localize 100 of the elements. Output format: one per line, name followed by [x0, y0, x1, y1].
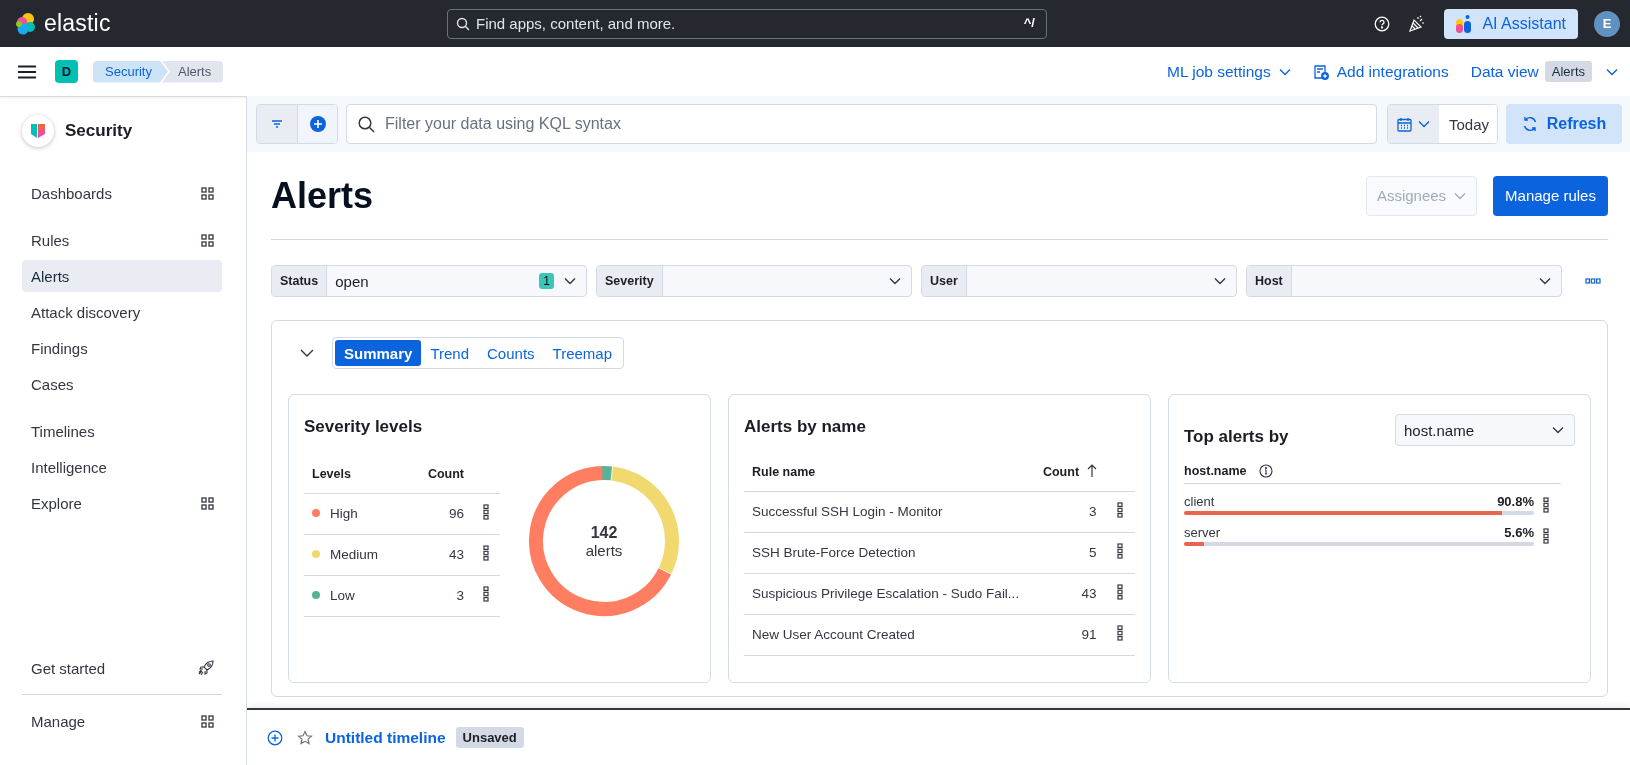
add-timeline-icon[interactable] — [267, 729, 283, 746]
column-header: Count — [412, 455, 472, 493]
severity-label: Medium — [330, 547, 378, 562]
rule-name-cell: Suspicious Privilege Escalation - Sudo Fail... — [744, 573, 1028, 614]
more-icon[interactable] — [483, 586, 489, 602]
view-tab[interactable]: Trend — [421, 340, 478, 366]
chevron-down-icon — [1606, 67, 1618, 76]
chevron-down-icon — [1214, 277, 1226, 285]
rule-name-cell: New User Account Created — [744, 614, 1028, 655]
card-title: Top alerts by — [1184, 426, 1289, 448]
more-icon[interactable] — [1116, 543, 1123, 559]
nav-item[interactable]: Findings — [22, 332, 222, 364]
column-header: Levels — [304, 455, 412, 493]
info-icon[interactable] — [1258, 464, 1273, 478]
count-cell: 43 — [1027, 573, 1105, 614]
filter-control[interactable]: Severity — [596, 265, 912, 297]
more-icon[interactable] — [1116, 502, 1123, 518]
add-integrations-button[interactable]: Add integrations — [1312, 62, 1449, 81]
query-field[interactable]: Filter your data using KQL syntax — [346, 104, 1377, 144]
help-icon[interactable] — [1374, 15, 1391, 32]
chevron-down-icon — [1454, 191, 1467, 200]
refresh-icon — [1521, 116, 1538, 132]
more-icon[interactable] — [1543, 496, 1549, 513]
alert-total-label: alerts — [585, 541, 623, 559]
breadcrumb[interactable]: Alerts — [161, 60, 224, 83]
view-tab[interactable]: Counts — [478, 340, 544, 366]
view-tab[interactable]: Treemap — [543, 340, 621, 366]
chevron-down-icon — [889, 277, 901, 285]
nav-item[interactable]: Rules — [22, 224, 222, 256]
date-picker-button[interactable] — [1387, 105, 1439, 143]
view-tab[interactable]: Summary — [335, 340, 422, 366]
count-cell: 96 — [412, 493, 472, 534]
brand-name: elastic — [44, 10, 111, 37]
apps-icon — [201, 714, 214, 728]
celebration-icon[interactable] — [1408, 14, 1427, 33]
ai-assistant-button[interactable]: AI Assistant — [1444, 8, 1578, 39]
nav-item[interactable]: Cases — [22, 368, 222, 400]
field-select[interactable]: host.name — [1395, 414, 1575, 446]
percentage: 5.6% — [1504, 525, 1534, 540]
rule-name-cell: SSH Brute-Force Detection — [744, 532, 1028, 573]
plus-circle-icon — [309, 116, 326, 132]
date-range[interactable]: Today — [1438, 105, 1497, 143]
filter-icon — [271, 119, 283, 129]
chevron-down-icon — [1278, 67, 1291, 76]
more-options-icon[interactable] — [1585, 278, 1601, 284]
card-title: Severity levels — [304, 416, 424, 438]
breadcrumb[interactable]: Security — [93, 60, 168, 83]
count-cell: 91 — [1027, 614, 1105, 655]
unsaved-badge: Unsaved — [455, 727, 524, 748]
rule-name-cell: Successful SSH Login - Monitor — [744, 491, 1028, 532]
refresh-button[interactable]: Refresh — [1506, 104, 1622, 144]
alert-total: 142 — [590, 523, 618, 542]
filter-control[interactable]: User — [921, 265, 1237, 297]
column-header: Rule name — [744, 453, 1028, 491]
star-icon[interactable] — [297, 729, 313, 746]
nav-item[interactable]: Get started — [22, 652, 222, 684]
security-logo-icon — [22, 115, 54, 147]
count-cell: 43 — [412, 534, 472, 575]
more-icon[interactable] — [1116, 584, 1123, 600]
nav-item[interactable]: Intelligence — [22, 451, 222, 483]
nav-item[interactable]: Timelines — [22, 415, 222, 447]
more-icon[interactable] — [483, 504, 489, 520]
nav-item[interactable]: Explore — [22, 487, 222, 519]
app-title: Security — [65, 121, 133, 141]
nav-item[interactable]: Alerts — [22, 260, 222, 292]
timeline-title-link[interactable]: Untitled timeline — [325, 728, 446, 747]
severity-label: Low — [330, 588, 355, 603]
count-cell: 3 — [412, 575, 472, 616]
space-avatar[interactable]: D — [55, 60, 78, 83]
filter-control[interactable]: Host — [1246, 265, 1562, 297]
page-title: Alerts — [271, 174, 374, 217]
add-data-icon — [1312, 63, 1329, 80]
chevron-down-icon — [1417, 120, 1430, 128]
add-filter-button[interactable] — [297, 105, 337, 143]
chevron-down-icon — [564, 277, 576, 285]
logo-icon[interactable] — [14, 11, 38, 36]
host-name: client — [1184, 494, 1215, 509]
more-icon[interactable] — [1543, 527, 1549, 544]
nav-item[interactable]: Manage — [22, 705, 222, 737]
more-icon[interactable] — [483, 545, 489, 561]
search-icon — [456, 16, 470, 31]
host-name: server — [1184, 525, 1221, 540]
filter-control[interactable]: Status open 1 — [271, 265, 587, 297]
sort-up-icon[interactable] — [1086, 464, 1097, 478]
apps-icon — [201, 233, 214, 247]
count-cell: 5 — [1027, 532, 1105, 573]
percentage: 90.8% — [1497, 494, 1534, 509]
assistant-icon — [1456, 14, 1473, 33]
nav-item[interactable]: Dashboards — [22, 177, 222, 209]
filter-menu-button[interactable] — [257, 105, 297, 143]
rocket-icon — [198, 660, 214, 676]
more-icon[interactable] — [1116, 625, 1123, 641]
column-header: host.name — [1184, 464, 1247, 478]
chevron-down-icon — [1539, 277, 1551, 285]
column-header[interactable]: Count — [1042, 465, 1080, 480]
nav-item[interactable]: Attack discovery — [22, 296, 222, 328]
data-view-badge[interactable]: Alerts — [1544, 61, 1592, 82]
menu-icon[interactable] — [18, 64, 36, 79]
manage-rules-button[interactable]: Manage rules — [1493, 175, 1608, 216]
ml-job-settings-button[interactable]: ML job settings — [1167, 62, 1291, 81]
